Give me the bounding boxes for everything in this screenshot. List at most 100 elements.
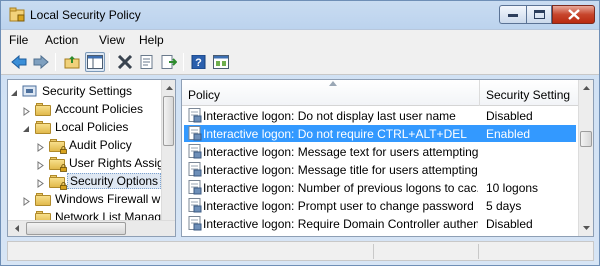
status-separator — [373, 244, 374, 259]
up-one-level-button[interactable] — [62, 52, 82, 72]
status-bar — [7, 241, 594, 261]
minimize-button[interactable] — [499, 5, 526, 24]
policy-name-cell: Interactive logon: Message text for user… — [203, 145, 478, 159]
menu-view[interactable]: View — [99, 33, 125, 47]
show-hide-tree-icon — [87, 55, 103, 69]
properties-button[interactable] — [137, 52, 157, 72]
expanded-arrow-icon[interactable] — [10, 87, 19, 96]
console-tree-button[interactable] — [211, 52, 231, 72]
tree-scroll-thumb[interactable] — [163, 96, 174, 146]
policy-name-cell: Interactive logon: Number of previous lo… — [203, 181, 478, 195]
column-header-label: Policy — [188, 88, 221, 102]
security-setting-cell: 5 days — [486, 199, 522, 213]
table-row[interactable]: Interactive logon: Message text for user… — [184, 143, 576, 160]
security-policy-app-icon — [9, 7, 25, 23]
policy-name-cell: Interactive logon: Message title for use… — [203, 163, 478, 177]
security-setting-cell: Disabled — [486, 109, 533, 123]
policy-setting-icon — [188, 162, 202, 177]
help-button[interactable]: ? — [189, 52, 209, 72]
tree-item-local-policies[interactable]: Local Policies — [22, 118, 128, 136]
column-header-policy[interactable]: Policy — [182, 80, 480, 106]
policy-setting-icon — [188, 216, 202, 231]
security-setting-cell: Disabled — [486, 217, 533, 231]
toolbar-separator — [183, 53, 184, 71]
menu-file[interactable]: File — [9, 33, 28, 47]
policy-setting-icon — [188, 198, 202, 213]
delete-button[interactable] — [115, 52, 135, 72]
tree-item-label: Security Options — [67, 173, 162, 189]
table-row[interactable]: Interactive logon: Message title for use… — [184, 161, 576, 178]
back-button[interactable] — [9, 52, 29, 72]
column-header-security-setting[interactable]: Security Setting — [481, 80, 581, 106]
title-bar[interactable]: Local Security Policy — [1, 1, 599, 29]
policy-name-cell: Interactive logon: Do not require CTRL+A… — [203, 127, 467, 141]
collapsed-arrow-icon[interactable] — [22, 105, 31, 116]
tree-item-audit-policy[interactable]: Audit Policy — [36, 136, 132, 154]
security-setting-cell: 10 logons — [486, 181, 539, 195]
scroll-left-arrow-icon[interactable] — [10, 221, 24, 236]
collapsed-arrow-icon[interactable] — [36, 177, 45, 188]
close-button[interactable] — [552, 5, 595, 24]
tree-item-label: User Rights Assig — [69, 156, 164, 170]
console-tree-pane[interactable]: Security Settings Account Policies Local… — [7, 79, 176, 237]
locked-folder-icon — [49, 156, 67, 172]
tree-item-label: Security Settings — [42, 84, 133, 98]
maximize-icon — [533, 10, 545, 19]
show-hide-tree-button[interactable] — [85, 52, 105, 72]
policy-setting-icon — [188, 180, 202, 195]
folder-icon — [35, 120, 51, 134]
folder-icon — [35, 192, 51, 206]
svg-text:?: ? — [195, 57, 202, 69]
tree-item-label: Local Policies — [55, 120, 129, 134]
help-icon: ? — [191, 55, 206, 69]
policy-list-pane[interactable]: Policy Security Setting Interactive logo… — [181, 79, 594, 237]
tree-item-windows-firewall[interactable]: Windows Firewall wit — [22, 190, 166, 208]
tree-item-label: Account Policies — [55, 102, 144, 116]
scroll-down-arrow-icon[interactable] — [579, 220, 593, 236]
export-list-icon — [161, 55, 177, 69]
forward-icon — [33, 55, 49, 69]
sort-ascending-icon — [329, 81, 337, 86]
table-row[interactable]: Interactive logon: Number of previous lo… — [184, 179, 576, 196]
minimize-icon — [508, 13, 518, 17]
table-row[interactable]: Interactive logon: Do not require CTRL+A… — [184, 125, 576, 142]
status-separator — [478, 244, 479, 259]
properties-icon — [140, 55, 153, 69]
tree-horizontal-scrollbar[interactable] — [8, 220, 175, 236]
collapsed-arrow-icon[interactable] — [22, 195, 31, 206]
menu-action[interactable]: Action — [45, 33, 78, 47]
tree-vertical-scrollbar[interactable] — [161, 80, 175, 220]
security-settings-icon — [22, 84, 38, 98]
scroll-up-arrow-icon[interactable] — [579, 80, 593, 96]
export-list-button[interactable] — [159, 52, 179, 72]
back-icon — [11, 55, 27, 69]
list-scroll-thumb[interactable] — [580, 131, 592, 147]
tree-item-user-rights-assignment[interactable]: User Rights Assig — [36, 154, 164, 172]
folder-icon — [35, 102, 51, 116]
table-row[interactable]: Interactive logon: Prompt user to change… — [184, 197, 576, 214]
table-row[interactable]: Interactive logon: Require Domain Contro… — [184, 215, 576, 232]
list-header: Policy Security Setting — [182, 80, 593, 106]
list-vertical-scrollbar[interactable] — [578, 80, 593, 236]
table-row[interactable]: Interactive logon: Do not display last u… — [184, 107, 576, 124]
tree-item-security-settings[interactable]: Security Settings — [10, 82, 132, 100]
tree-item-security-options[interactable]: Security Options — [36, 172, 162, 190]
collapsed-arrow-icon[interactable] — [36, 159, 45, 170]
locked-folder-icon — [49, 174, 67, 190]
policy-setting-icon — [188, 108, 202, 123]
scroll-up-arrow-icon[interactable] — [162, 80, 175, 96]
app-window: Local Security Policy File Action View H… — [0, 0, 600, 266]
maximize-button[interactable] — [526, 5, 552, 24]
close-icon — [567, 9, 580, 20]
toolbar-separator — [109, 53, 110, 71]
collapsed-arrow-icon[interactable] — [36, 141, 45, 152]
column-header-label: Security Setting — [486, 88, 571, 102]
menu-help[interactable]: Help — [139, 33, 164, 47]
tree-item-label: Windows Firewall wit — [55, 192, 167, 206]
menu-bar: File Action View Help — [1, 29, 599, 49]
tree-hscroll-thumb[interactable] — [26, 222, 126, 235]
tree-item-account-policies[interactable]: Account Policies — [22, 100, 143, 118]
expanded-arrow-icon[interactable] — [22, 123, 31, 132]
forward-button[interactable] — [31, 52, 51, 72]
console-tree-icon — [213, 55, 229, 69]
